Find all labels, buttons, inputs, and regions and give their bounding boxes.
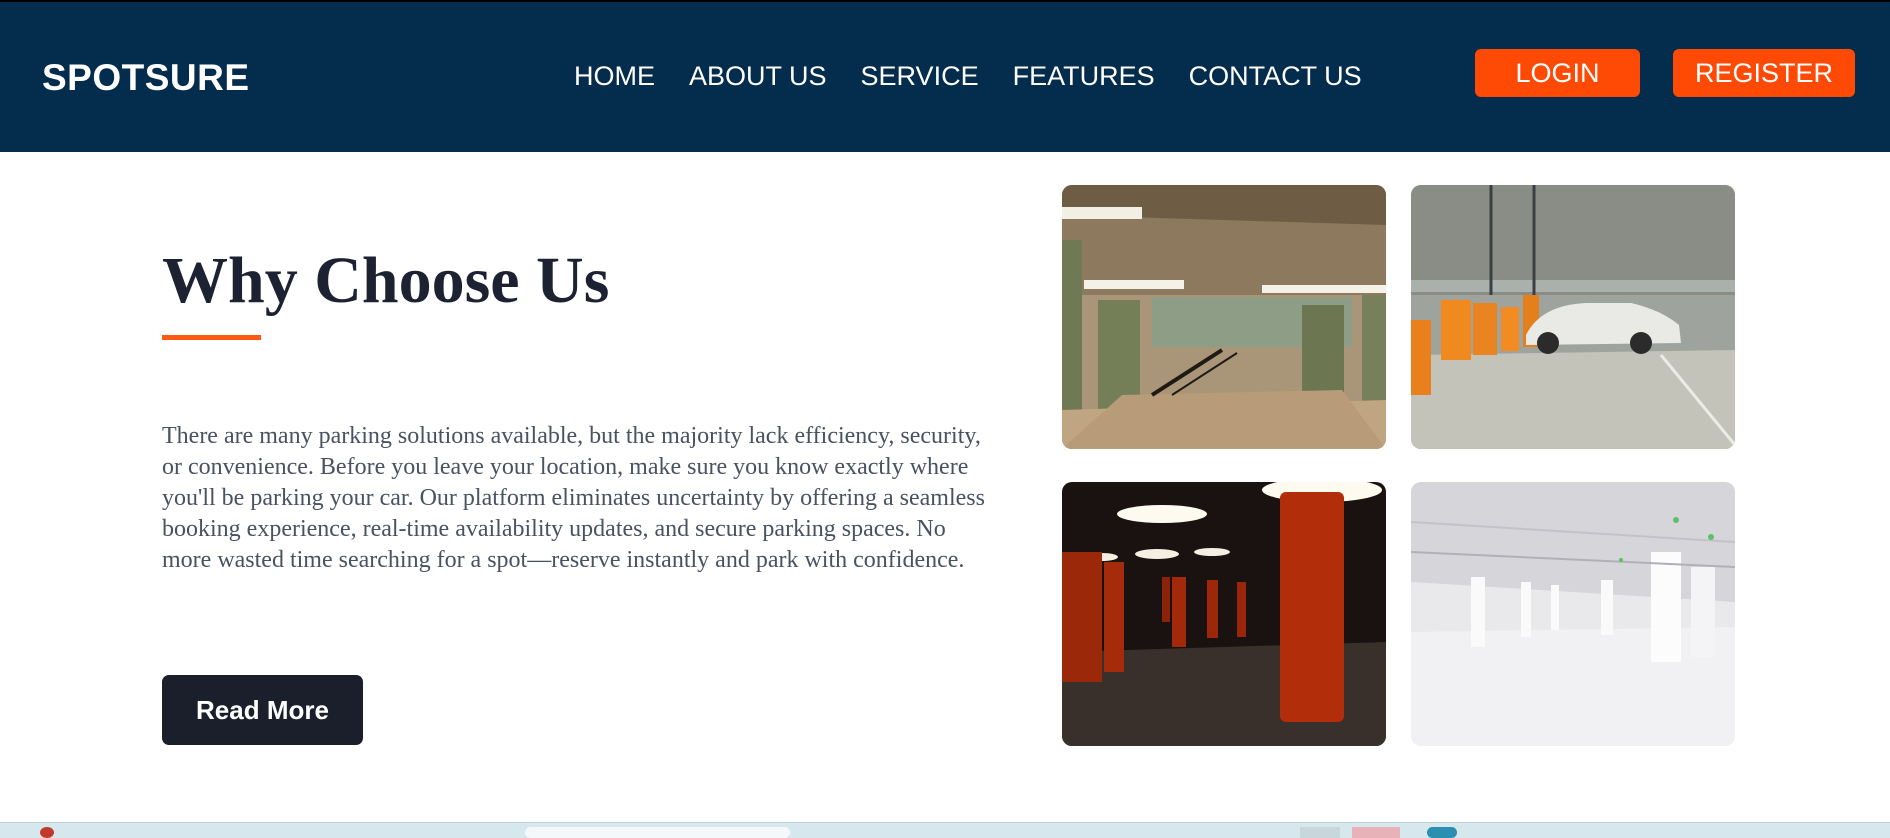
brand-logo[interactable]: SPOTSURE [42, 57, 250, 99]
taskbar-app-icon[interactable] [1352, 827, 1400, 838]
gallery-image-white-garage [1411, 482, 1735, 746]
section-description: There are many parking solutions availab… [162, 423, 985, 573]
login-button[interactable]: LOGIN [1475, 49, 1640, 97]
gallery-image-underground-hall [1062, 185, 1386, 449]
gallery-image-red-pillars [1062, 482, 1386, 746]
nav-features[interactable]: FEATURES [1013, 61, 1155, 92]
navbar: SPOTSURE HOME ABOUT US SERVICE FEATURES … [0, 0, 1890, 152]
gallery-image-parked-car [1411, 185, 1735, 449]
nav-about-us[interactable]: ABOUT US [689, 61, 827, 92]
nav-service[interactable]: SERVICE [861, 61, 979, 92]
taskbar-app-icon[interactable] [1427, 827, 1457, 838]
read-more-button[interactable]: Read More [162, 675, 363, 745]
taskbar-app-icon[interactable] [40, 827, 54, 838]
os-taskbar [0, 822, 1890, 838]
section-heading: Why Choose Us [162, 244, 610, 317]
register-button[interactable]: REGISTER [1673, 49, 1855, 97]
taskbar-app-icon[interactable] [1300, 827, 1340, 838]
nav-home[interactable]: HOME [574, 61, 655, 92]
nav-contact-us[interactable]: CONTACT US [1189, 61, 1362, 92]
main-nav: HOME ABOUT US SERVICE FEATURES CONTACT U… [574, 61, 1396, 92]
heading-underline [162, 335, 261, 340]
taskbar-search-box[interactable] [525, 827, 790, 838]
